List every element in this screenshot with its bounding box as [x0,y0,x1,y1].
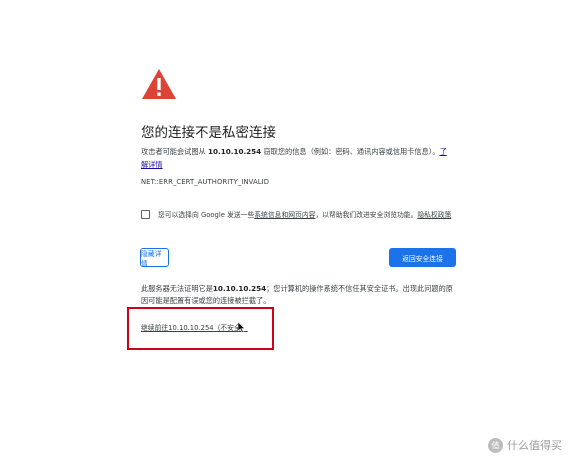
details-host: 10.10.10.254 [212,284,267,293]
page-title: 您的连接不是私密连接 [141,125,276,141]
explanation-suffix: 窃取您的信息（例如：密码、通讯内容或信用卡信息）。 [261,147,440,156]
optin-text: 您可以选择向 Google 发送一些系统信息和网页内容，以帮助我们改进安全浏览功… [158,209,451,219]
optin-text-middle: ，以帮助我们改进安全浏览功能。 [315,211,418,219]
watermark-logo-icon: 值 [488,437,503,453]
hide-details-button[interactable]: 隐藏详情 [140,248,169,268]
privacy-policy-link[interactable]: 隐私权政策 [417,211,451,219]
optin-text-before: 您可以选择向 Google 发送一些 [158,211,255,219]
safe-browsing-optin: 您可以选择向 Google 发送一些系统信息和网页内容，以帮助我们改进安全浏览功… [141,209,451,219]
site-watermark: 值 什么值得买 [488,437,562,453]
annotation-highlight-box [127,307,274,350]
warning-triangle-icon [142,69,176,99]
interstitial-page: 您的连接不是私密连接 攻击者可能会试图从 10.10.10.254 窃取您的信息… [0,0,586,466]
host-name: 10.10.10.254 [207,147,262,156]
details-text: 此服务器无法证明它是10.10.10.254；您计算机的操作系统不信任其安全证书… [141,283,456,307]
details-prefix: 此服务器无法证明它是 [141,284,213,293]
error-code: NET::ERR_CERT_AUTHORITY_INVALID [141,178,270,186]
explanation-prefix: 攻击者可能会试图从 [141,147,208,156]
back-to-safety-button[interactable]: 返回安全连接 [389,248,456,267]
system-info-link[interactable]: 系统信息和网页内容 [254,211,315,219]
explanation-text: 攻击者可能会试图从 10.10.10.254 窃取您的信息（例如：密码、通讯内容… [141,145,451,171]
optin-checkbox[interactable] [141,209,150,219]
watermark-text: 什么值得买 [507,439,562,452]
